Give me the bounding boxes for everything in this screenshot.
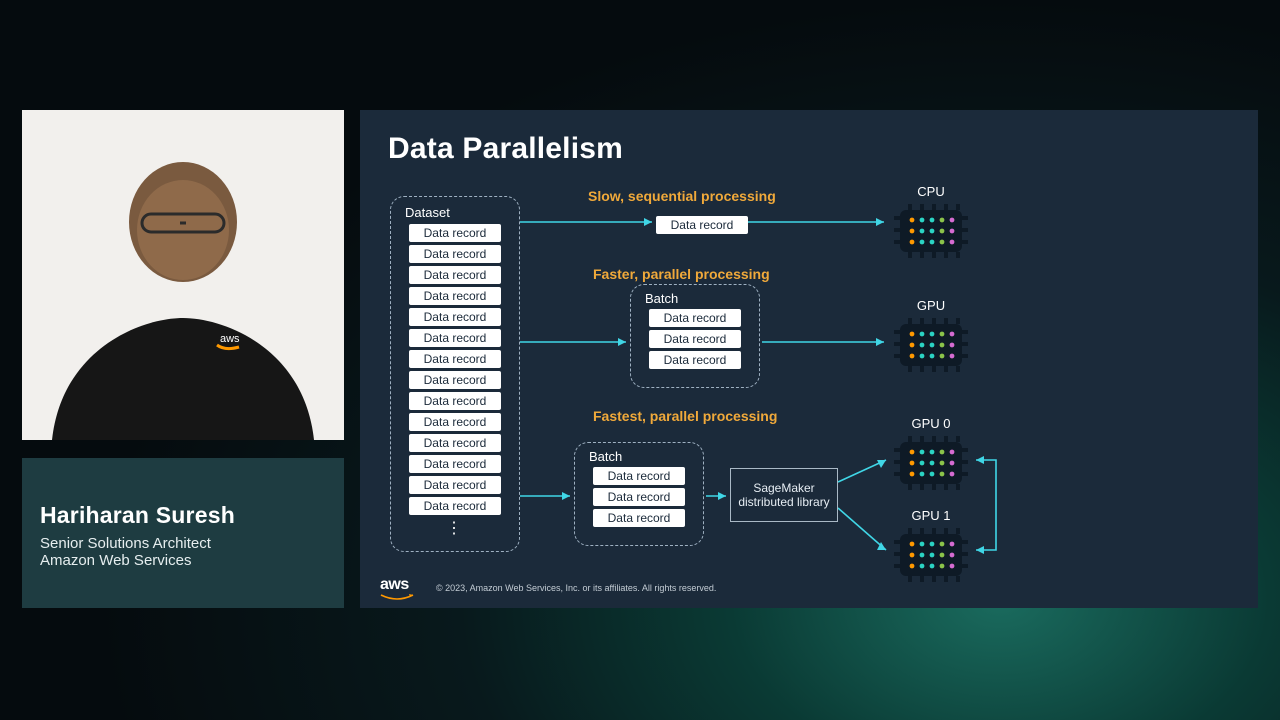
cpu-icon [888, 202, 974, 260]
data-record: Data record [593, 509, 685, 527]
data-record: Data record [409, 329, 501, 347]
aws-logo-text: aws [380, 576, 409, 593]
data-record: Data record [409, 371, 501, 389]
data-record: Data record [593, 467, 685, 485]
ellipsis-icon: ⋮ [399, 518, 511, 538]
data-record: Data record [656, 216, 748, 234]
batch-box-1: Batch Data record Data record Data record [630, 284, 760, 388]
data-record: Data record [409, 287, 501, 305]
svg-text:aws: aws [220, 333, 240, 345]
data-record: Data record [409, 455, 501, 473]
batch-box-2: Batch Data record Data record Data record [574, 442, 704, 546]
chip-gpu1: GPU 1 [888, 526, 974, 584]
data-record: Data record [409, 308, 501, 326]
stage: aws Hariharan Suresh Senior Solutions Ar… [0, 0, 1280, 720]
data-record: Data record [409, 497, 501, 515]
presenter-role: Senior Solutions Architect [40, 535, 326, 552]
aws-smile-icon [380, 594, 414, 600]
sagemaker-box: SageMaker distributed library [730, 468, 838, 522]
caption-fast: Faster, parallel processing [593, 266, 770, 282]
presenter-namecard: Hariharan Suresh Senior Solutions Archit… [22, 458, 344, 608]
slide: Data Parallelism [360, 110, 1258, 608]
dataset-label: Dataset [405, 205, 511, 220]
batch-label: Batch [589, 449, 695, 464]
data-record: Data record [409, 392, 501, 410]
single-record: Data record [656, 213, 748, 237]
data-record: Data record [593, 488, 685, 506]
copyright-text: © 2023, Amazon Web Services, Inc. or its… [436, 583, 716, 593]
presenter-placeholder-icon: aws [22, 110, 344, 440]
data-record: Data record [409, 224, 501, 242]
data-record: Data record [409, 434, 501, 452]
gpu-icon [888, 316, 974, 374]
presenter-org: Amazon Web Services [40, 552, 326, 569]
data-record: Data record [649, 330, 741, 348]
chip-gpu: GPU [888, 316, 974, 374]
presenter-video: aws [22, 110, 344, 440]
chip-label: GPU 0 [888, 416, 974, 431]
slide-footer: aws © 2023, Amazon Web Services, Inc. or… [380, 576, 716, 600]
batch-label: Batch [645, 291, 751, 306]
data-record: Data record [409, 266, 501, 284]
presenter-name: Hariharan Suresh [40, 502, 326, 529]
caption-slow: Slow, sequential processing [588, 188, 776, 204]
gpu-icon [888, 526, 974, 584]
chip-gpu0: GPU 0 [888, 434, 974, 492]
chip-cpu: CPU [888, 202, 974, 260]
chip-label: CPU [888, 184, 974, 199]
dataset-box: Dataset Data record Data record Data recor… [390, 196, 520, 552]
data-record: Data record [649, 351, 741, 369]
aws-logo: aws [380, 576, 414, 600]
data-record: Data record [409, 245, 501, 263]
data-record: Data record [409, 413, 501, 431]
chip-label: GPU 1 [888, 508, 974, 523]
caption-fastest: Fastest, parallel processing [593, 408, 777, 424]
data-record: Data record [409, 350, 501, 368]
data-record: Data record [649, 309, 741, 327]
chip-label: GPU [888, 298, 974, 313]
data-record: Data record [409, 476, 501, 494]
gpu-icon [888, 434, 974, 492]
